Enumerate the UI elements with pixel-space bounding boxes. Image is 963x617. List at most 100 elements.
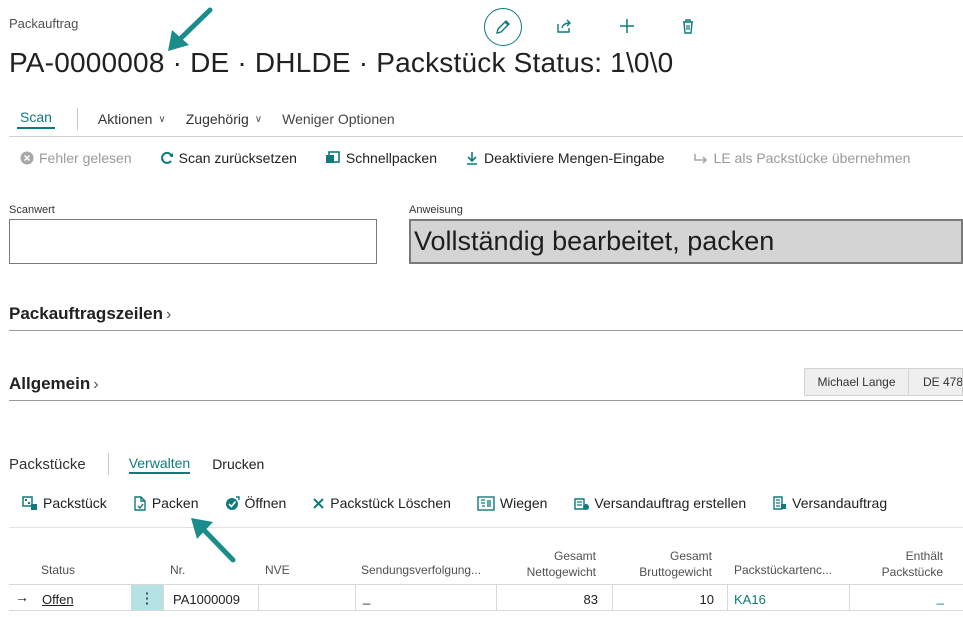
refresh-icon [160,151,174,165]
quick-pack-icon [325,151,341,165]
col-net-line1: Gesamt [553,549,596,563]
cell-divider [258,585,259,610]
divider [9,527,963,528]
versandauftrag-button[interactable]: Versandauftrag [772,495,887,511]
general-user-badge: Michael Lange [804,368,909,396]
anweisung-field: Vollständig bearbeitet, packen [409,219,963,264]
breadcrumb: Packauftrag [9,16,79,31]
tab-scan[interactable]: Scan [17,109,55,129]
action-label: Packen [151,495,199,511]
chevron-right-icon: › [166,306,172,323]
row-nr[interactable]: PA1000009 [173,592,240,607]
divider [9,330,963,331]
tab-divider [107,453,109,475]
pack-doc-icon [133,495,147,511]
col-gross-line2: Bruttogewicht [639,565,712,579]
shipment-create-icon [573,495,590,511]
packages-header: Packstücke Verwalten Drucken [9,453,264,475]
col-nve[interactable]: NVE [265,563,290,577]
action-label: Deaktiviere Mengen-Eingabe [483,150,665,166]
chevron-down-icon: ∨ [254,113,263,125]
section-title: Allgemein [9,374,91,393]
tab-verwalten[interactable]: Verwalten [128,455,191,474]
versandauftrag-erstellen-button[interactable]: Versandauftrag erstellen [573,495,746,511]
wiegen-button[interactable]: Wiegen [477,495,547,511]
col-status[interactable]: Status [41,563,75,577]
action-label: Packstück Löschen [330,495,451,511]
schnellpacken-button[interactable]: Schnellpacken [325,150,437,166]
scan-zuruecksetzen-button[interactable]: Scan zurücksetzen [160,150,297,166]
scanwert-label: Scanwert [9,204,55,216]
packages-action-bar: Packstück Packen Öffnen Packstück Lösche… [22,495,887,511]
package-icon [22,495,38,511]
packstueck-loeschen-button[interactable]: Packstück Löschen [312,495,451,511]
col-tracking[interactable]: Sendungsverfolgung... [361,563,481,577]
tab-divider [76,108,78,130]
cell-divider [163,585,164,610]
action-label: Fehler gelesen [39,150,132,166]
edit-icon[interactable] [484,8,522,46]
shipment-icon [772,495,787,511]
oeffnen-button[interactable]: Öffnen [225,495,287,511]
scanwert-input[interactable] [9,219,377,264]
chevron-down-icon: ∨ [158,113,166,125]
chevron-right-icon: › [93,376,99,393]
row-net-weight[interactable]: 83 [496,592,598,607]
col-contains[interactable]: Enthält Packstücke [850,548,943,580]
transfer-icon [693,151,709,165]
cell-divider [355,585,356,610]
general-extra-badge: DE 4780 [908,368,963,396]
action-label: Versandauftrag [792,495,888,511]
col-type[interactable]: Packstückartenc... [734,563,832,577]
divider [9,136,963,137]
action-label: LE als Packstücke übernehmen [713,150,911,166]
section-title: Packauftragszeilen [9,304,164,323]
section-packauftragszeilen[interactable]: Packauftragszeilen › [9,304,171,324]
download-arrow-icon [465,151,479,165]
fehler-gelesen-button[interactable]: Fehler gelesen [20,150,132,166]
add-icon[interactable] [609,8,645,44]
annotation-arrow-icon [191,518,236,563]
row-contains[interactable]: _ [850,590,944,605]
col-contains-line2: Packstücke [881,565,943,579]
delete-icon[interactable] [670,8,706,44]
action-tabs: Scan Aktionen ∨ Zugehörig ∨ Weniger Option… [9,106,415,132]
action-label: Wiegen [499,495,548,511]
le-als-packstuecke-button[interactable]: LE als Packstücke übernehmen [693,150,911,166]
action-label: Versandauftrag erstellen [594,495,747,511]
cell-divider [727,585,728,610]
row-arrow-icon: → [15,589,29,605]
error-icon [20,151,34,165]
col-contains-line1: Enthält [905,549,943,563]
col-net-weight[interactable]: Gesamt Nettogewicht [496,548,596,580]
tab-drucken[interactable]: Drucken [212,456,264,472]
row-type[interactable]: KA16 [734,592,766,607]
action-label: Packstück [43,495,107,511]
tab-aktionen[interactable]: Aktionen ∨ [98,111,166,127]
row-tracking[interactable]: _ [363,590,370,605]
scale-icon [477,495,495,511]
col-nr[interactable]: Nr. [170,563,185,577]
row-status[interactable]: Offen [42,592,74,607]
action-label: Scan zurücksetzen [178,150,297,166]
row-gross-weight[interactable]: 10 [612,592,714,607]
col-net-line2: Nettogewicht [526,565,596,579]
open-icon [225,495,240,511]
col-gross-weight[interactable]: Gesamt Bruttogewicht [612,548,712,580]
col-gross-line1: Gesamt [669,549,712,563]
divider [9,400,963,401]
packen-button[interactable]: Packen [133,495,199,511]
tab-zugehoerig[interactable]: Zugehörig ∨ [186,111,262,127]
packages-title: Packstücke [9,455,86,473]
action-label: Schnellpacken [345,150,437,166]
deaktiviere-mengen-eingabe-button[interactable]: Deaktiviere Mengen-Eingabe [465,150,665,166]
row-menu-button[interactable]: ⋮ [131,585,163,610]
section-allgemein[interactable]: Allgemein › [9,374,99,394]
anweisung-label: Anweisung [409,204,463,216]
page-title: PA-0000008 · DE · DHLDE · Packstück Stat… [9,47,674,78]
action-label: Öffnen [244,495,287,511]
tab-label: Zugehörig [185,111,249,127]
packstueck-button[interactable]: Packstück [22,495,107,511]
share-icon[interactable] [546,8,582,44]
tab-weniger-optionen[interactable]: Weniger Optionen [282,111,395,127]
